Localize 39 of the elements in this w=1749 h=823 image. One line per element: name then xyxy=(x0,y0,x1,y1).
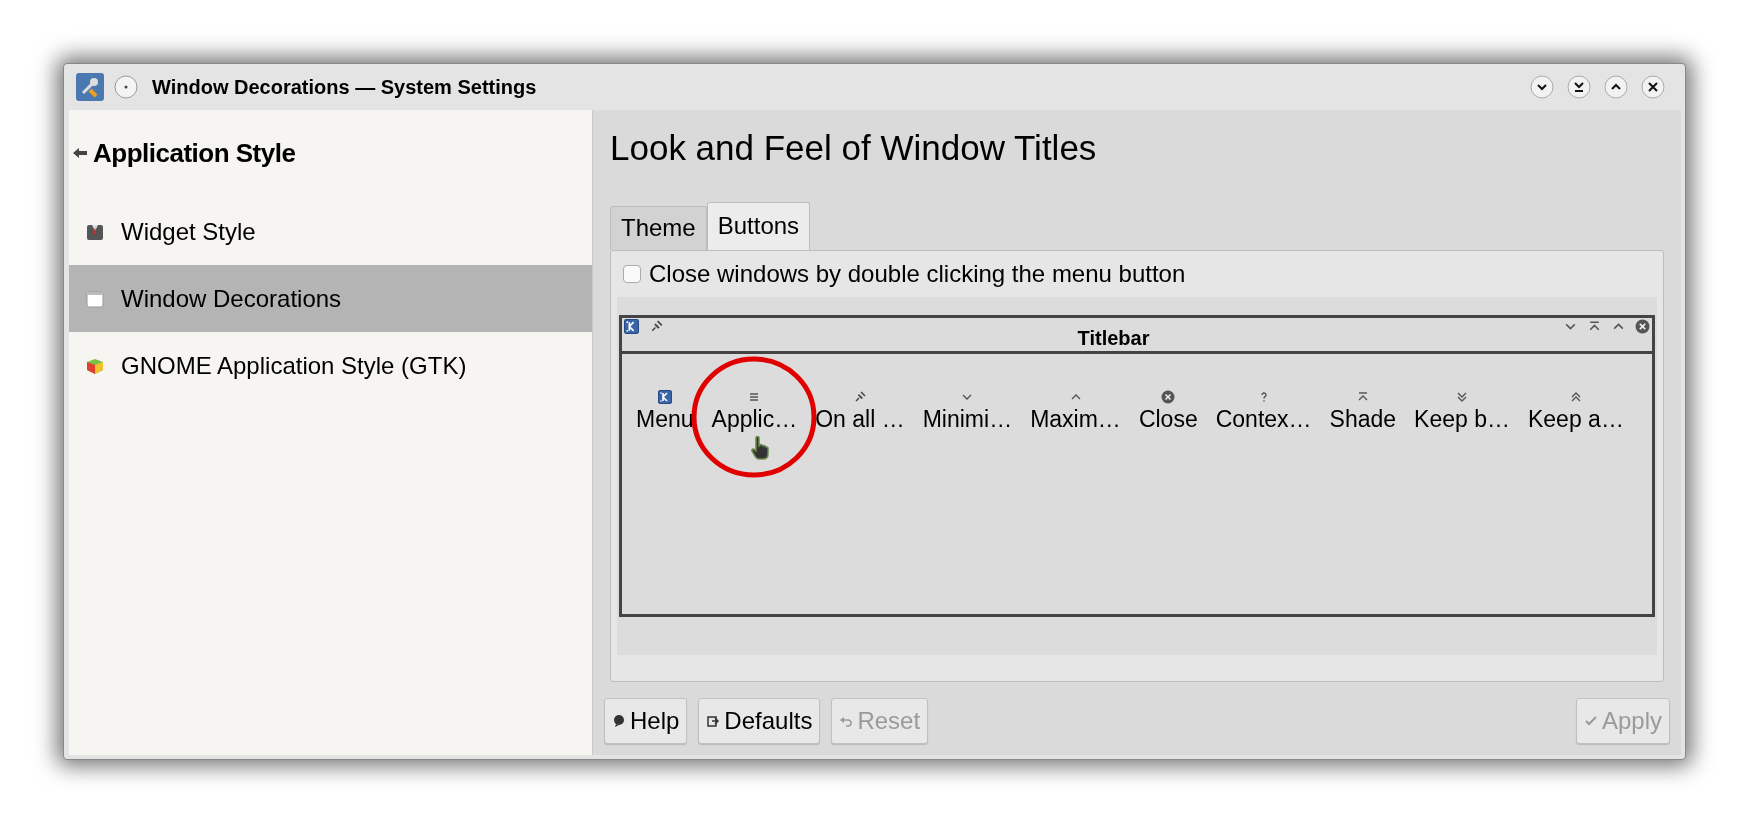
draggable-button[interactable]: Minimi… xyxy=(922,390,1013,434)
checkbox[interactable] xyxy=(623,265,641,283)
back-arrow-icon[interactable] xyxy=(73,148,87,158)
pin-icon xyxy=(649,319,664,334)
sidebar-item[interactable]: Window Decorations xyxy=(69,265,592,332)
shade-down-button[interactable] xyxy=(1567,75,1591,99)
draggable-button[interactable]: Contex… xyxy=(1215,390,1312,434)
tab[interactable]: Theme xyxy=(610,206,707,250)
checkmark-icon xyxy=(1583,714,1598,728)
minimize-button[interactable] xyxy=(1530,75,1554,99)
k-logo-icon xyxy=(624,319,639,334)
wrench-icon xyxy=(76,73,104,101)
tab[interactable]: Buttons xyxy=(706,202,811,250)
draggable-button[interactable]: On all … xyxy=(815,390,905,434)
draggable-button[interactable]: Keep a… xyxy=(1528,390,1624,434)
undo-icon xyxy=(839,714,854,728)
defaults-button[interactable]: Defaults xyxy=(698,698,821,744)
draggable-button[interactable]: Keep b… xyxy=(1414,390,1510,434)
window-title: Window Decorations — System Settings xyxy=(152,75,538,100)
close-icon xyxy=(1635,319,1650,334)
restore-icon xyxy=(706,714,721,728)
maximize-button[interactable] xyxy=(1604,75,1628,99)
titlebar-title: Titlebar xyxy=(1076,326,1151,351)
sidebar-heading: Application Style xyxy=(93,136,296,170)
draggable-button[interactable]: Menu xyxy=(636,390,694,434)
window-icon xyxy=(85,288,105,309)
draggable-button[interactable]: Maxim… xyxy=(1030,390,1121,434)
sidebar-item[interactable]: GNOME Application Style (GTK) xyxy=(69,332,592,399)
hand-cursor-icon xyxy=(750,436,771,460)
draggable-button[interactable]: Close xyxy=(1138,390,1198,434)
checkbox-label: Close windows by double clicking the menu button xyxy=(649,259,1186,289)
speech-bubble-icon xyxy=(612,714,626,728)
k-logo-icon xyxy=(657,390,672,404)
help-button[interactable]: Help xyxy=(604,698,688,744)
close-icon xyxy=(1161,390,1176,404)
page-title: Look and Feel of Window Titles xyxy=(610,127,1098,169)
draggable-button[interactable]: Shade xyxy=(1329,390,1397,434)
close-button[interactable] xyxy=(1641,75,1665,99)
sidebar-item[interactable]: Widget Style xyxy=(69,198,592,265)
